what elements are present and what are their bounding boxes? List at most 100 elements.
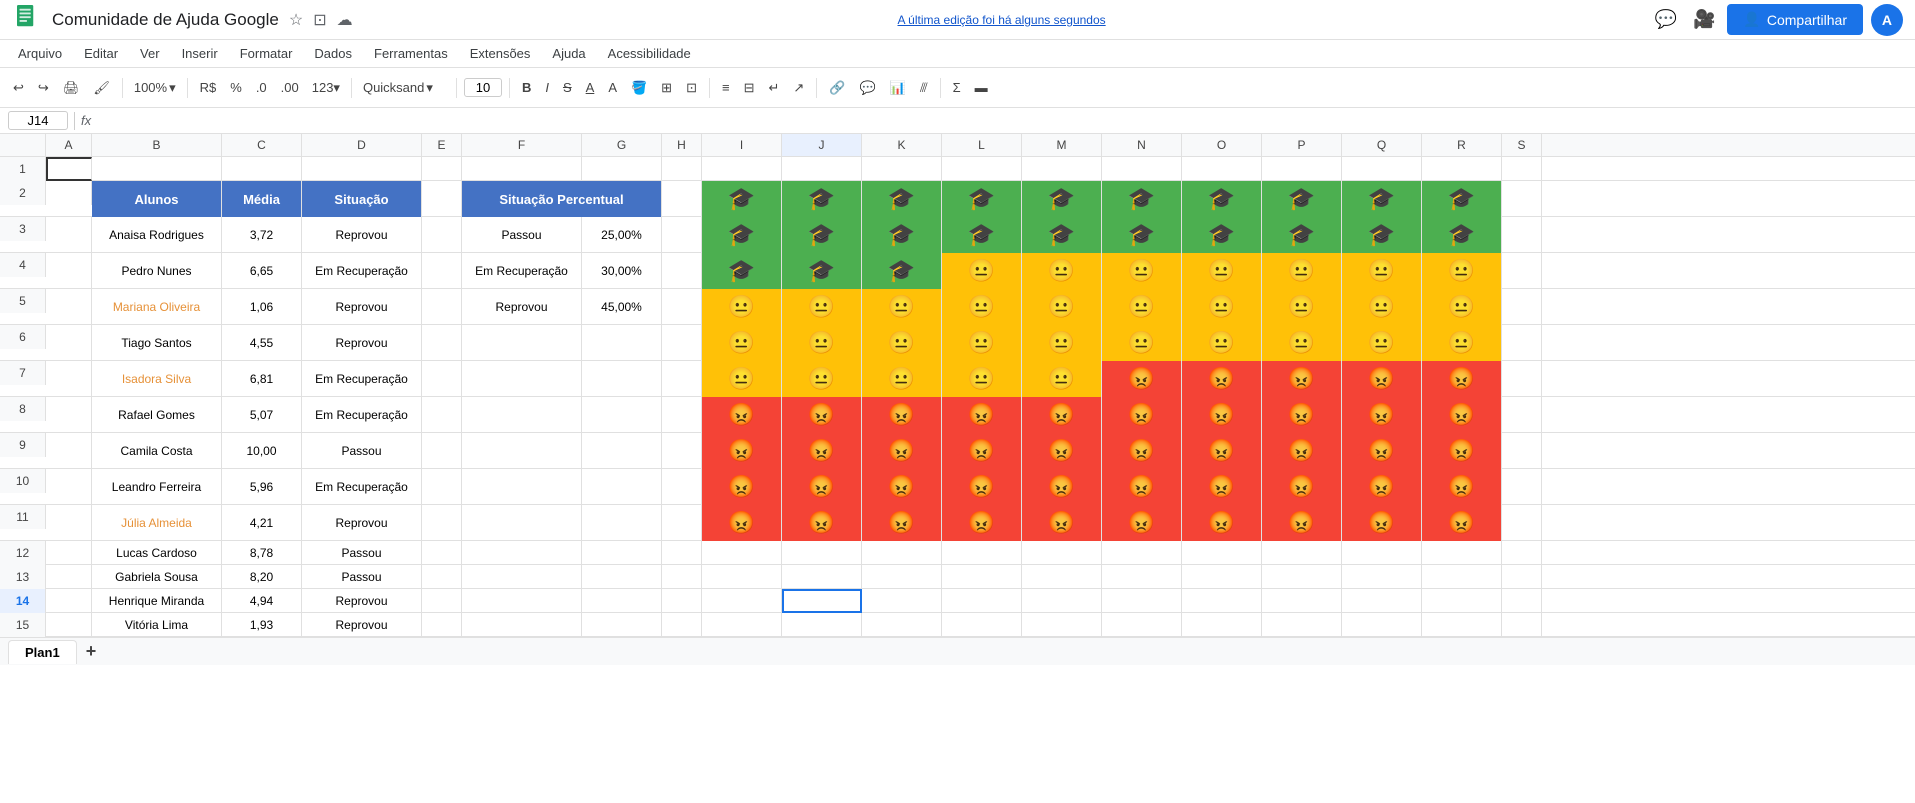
format-dropdown[interactable]: 123▾ (308, 78, 344, 98)
cell-R8-emoji[interactable]: 😡 (1422, 397, 1502, 433)
cell-S9[interactable] (1502, 433, 1542, 469)
cell-P8-emoji[interactable]: 😡 (1262, 397, 1342, 433)
menu-dados[interactable]: Dados (304, 43, 362, 64)
cell-J4-emoji[interactable]: 🎓 (782, 253, 862, 289)
col-O[interactable]: O (1182, 134, 1262, 156)
cell-M5-emoji[interactable]: 😐 (1022, 289, 1102, 325)
cell-A4[interactable] (46, 253, 92, 289)
cell-M11-emoji[interactable]: 😡 (1022, 505, 1102, 541)
cell-C1[interactable] (222, 157, 302, 181)
cell-E14[interactable] (422, 589, 462, 613)
cell-G10[interactable] (582, 469, 662, 505)
cell-Q8-emoji[interactable]: 😡 (1342, 397, 1422, 433)
filter-button[interactable]: ⫻ (915, 77, 933, 99)
col-N[interactable]: N (1102, 134, 1182, 156)
cell-P1[interactable] (1262, 157, 1342, 181)
cell-A12[interactable] (46, 541, 92, 565)
cell-E15[interactable] (422, 613, 462, 637)
col-H[interactable]: H (662, 134, 702, 156)
cell-P5-emoji[interactable]: 😐 (1262, 289, 1342, 325)
cell-J9-emoji[interactable]: 😡 (782, 433, 862, 469)
cell-L9-emoji[interactable]: 😡 (942, 433, 1022, 469)
cell-O10-emoji[interactable]: 😡 (1182, 469, 1262, 505)
cell-Q15[interactable] (1342, 613, 1422, 637)
cell-N11-emoji[interactable]: 😡 (1102, 505, 1182, 541)
cell-O6-emoji[interactable]: 😐 (1182, 325, 1262, 361)
cell-B14[interactable]: Henrique Miranda (92, 589, 222, 613)
cell-C8[interactable]: 5,07 (222, 397, 302, 433)
menu-arquivo[interactable]: Arquivo (8, 43, 72, 64)
cell-H11[interactable] (662, 505, 702, 541)
cell-D6[interactable]: Reprovou (302, 325, 422, 361)
cell-A7[interactable] (46, 361, 92, 397)
cell-R6-emoji[interactable]: 😐 (1422, 325, 1502, 361)
cell-M9-emoji[interactable]: 😡 (1022, 433, 1102, 469)
col-G[interactable]: G (582, 134, 662, 156)
cell-N6-emoji[interactable]: 😐 (1102, 325, 1182, 361)
cell-N14[interactable] (1102, 589, 1182, 613)
cell-P7-emoji[interactable]: 😡 (1262, 361, 1342, 397)
cell-R15[interactable] (1422, 613, 1502, 637)
cell-R9-emoji[interactable]: 😡 (1422, 433, 1502, 469)
cell-I8-emoji[interactable]: 😡 (702, 397, 782, 433)
cell-M4-emoji[interactable]: 😐 (1022, 253, 1102, 289)
cell-B8[interactable]: Rafael Gomes (92, 397, 222, 433)
chart-button[interactable]: 📊 (885, 77, 911, 99)
cell-N12[interactable] (1102, 541, 1182, 565)
cell-S13[interactable] (1502, 565, 1542, 589)
col-M[interactable]: M (1022, 134, 1102, 156)
cell-P9-emoji[interactable]: 😡 (1262, 433, 1342, 469)
sum-button[interactable]: Σ (948, 77, 966, 98)
col-R[interactable]: R (1422, 134, 1502, 156)
cell-E1[interactable] (422, 157, 462, 181)
share-button[interactable]: 👤 Compartilhar (1727, 4, 1863, 35)
cell-Q1[interactable] (1342, 157, 1422, 181)
cell-L5-emoji[interactable]: 😐 (942, 289, 1022, 325)
cell-J1[interactable] (782, 157, 862, 181)
cell-R2-emoji[interactable]: 🎓 (1422, 181, 1502, 217)
cell-K9-emoji[interactable]: 😡 (862, 433, 942, 469)
cell-K3-emoji[interactable]: 🎓 (862, 217, 942, 253)
cell-O9-emoji[interactable]: 😡 (1182, 433, 1262, 469)
cell-C9[interactable]: 10,00 (222, 433, 302, 469)
cell-M10-emoji[interactable]: 😡 (1022, 469, 1102, 505)
cell-M13[interactable] (1022, 565, 1102, 589)
cell-S10[interactable] (1502, 469, 1542, 505)
cell-G12[interactable] (582, 541, 662, 565)
cell-D15[interactable]: Reprovou (302, 613, 422, 637)
cell-I11-emoji[interactable]: 😡 (702, 505, 782, 541)
last-edit-label[interactable]: A última edição foi há alguns segundos (898, 13, 1106, 27)
cell-C6[interactable]: 4,55 (222, 325, 302, 361)
cell-D5[interactable]: Reprovou (302, 289, 422, 325)
cell-Q10-emoji[interactable]: 😡 (1342, 469, 1422, 505)
cell-F13[interactable] (462, 565, 582, 589)
cell-N2-emoji[interactable]: 🎓 (1102, 181, 1182, 217)
cell-D11[interactable]: Reprovou (302, 505, 422, 541)
cell-H15[interactable] (662, 613, 702, 637)
cell-I6-emoji[interactable]: 😐 (702, 325, 782, 361)
cell-O3-emoji[interactable]: 🎓 (1182, 217, 1262, 253)
cell-M6-emoji[interactable]: 😐 (1022, 325, 1102, 361)
cell-K6-emoji[interactable]: 😐 (862, 325, 942, 361)
cell-P12[interactable] (1262, 541, 1342, 565)
cell-S15[interactable] (1502, 613, 1542, 637)
cell-L1[interactable] (942, 157, 1022, 181)
cell-K13[interactable] (862, 565, 942, 589)
cell-M15[interactable] (1022, 613, 1102, 637)
font-size-input[interactable] (464, 78, 502, 97)
cell-C11[interactable]: 4,21 (222, 505, 302, 541)
cell-A2[interactable] (46, 181, 92, 205)
formula-input[interactable] (97, 113, 1907, 128)
merge-button[interactable]: ⊡ (681, 77, 702, 99)
redo-button[interactable]: ↪ (33, 77, 54, 99)
underline-button[interactable]: A (581, 77, 600, 98)
cell-J8-emoji[interactable]: 😡 (782, 397, 862, 433)
cell-E2[interactable] (422, 181, 462, 217)
cell-Q3-emoji[interactable]: 🎓 (1342, 217, 1422, 253)
cell-A6[interactable] (46, 325, 92, 361)
cell-L7-emoji[interactable]: 😐 (942, 361, 1022, 397)
cell-D4[interactable]: Em Recuperação (302, 253, 422, 289)
cell-P13[interactable] (1262, 565, 1342, 589)
cell-I4-emoji[interactable]: 🎓 (702, 253, 782, 289)
cell-R12[interactable] (1422, 541, 1502, 565)
